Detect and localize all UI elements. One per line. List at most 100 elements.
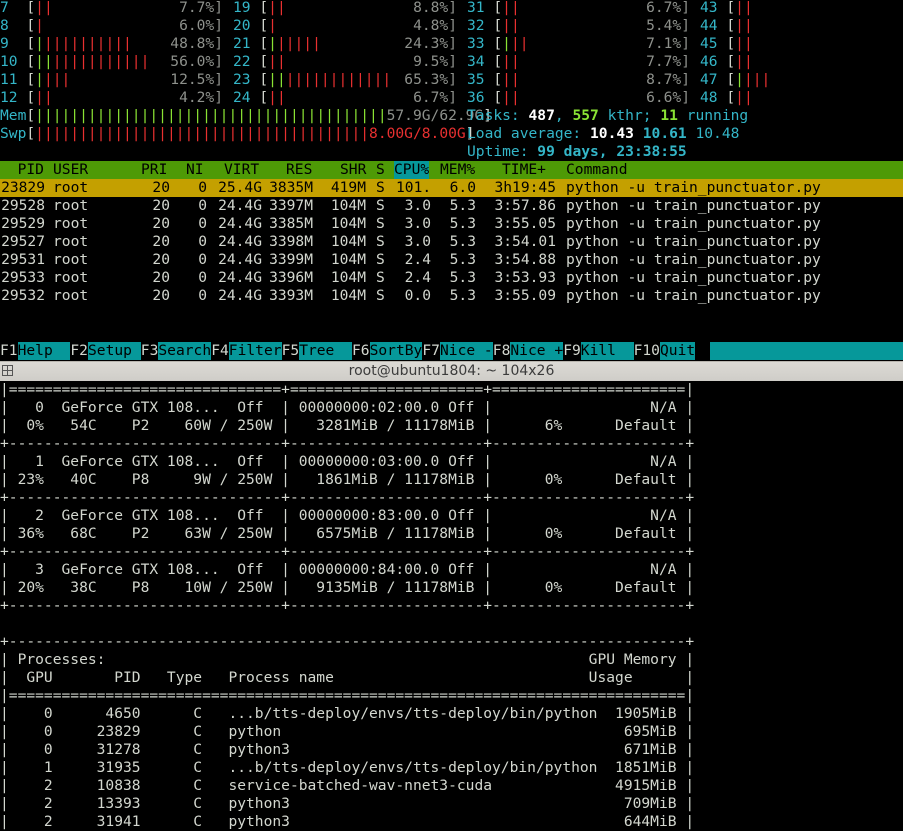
cpu-bar: || <box>502 53 520 70</box>
cpu-bar-high: |||||||||| <box>43 35 132 52</box>
cpu-percent: 12.5%] <box>170 71 223 88</box>
fkey-f2[interactable]: F2 <box>70 342 88 360</box>
column-time[interactable]: TIME+ <box>502 161 546 179</box>
cpu-bar: || <box>502 71 520 88</box>
fkey-f6[interactable]: F6 <box>352 342 370 360</box>
process-row[interactable]: 29529 root 20 0 24.4G 3385M 104M S 3.0 5.3 3:55.05… <box>0 215 903 233</box>
cpu-meter-47: 47 [||||14.2 <box>700 71 771 88</box>
cpu-id: 47 <box>700 71 718 88</box>
process-row[interactable]: 29527 root 20 0 24.4G 3398M 104M S 3.0 5.3 3:54.01… <box>0 233 903 251</box>
cpu-meter-20: 20 [| 4.8%] <box>233 17 457 34</box>
fkey-f9[interactable]: F9 <box>563 342 581 360</box>
process-res: 3399M <box>269 251 313 268</box>
column-shr[interactable]: SHR <box>340 161 366 179</box>
fkey-f1[interactable]: F1 <box>0 342 18 360</box>
process-pid: 29527 <box>1 233 45 250</box>
process-mem: 5.3 <box>449 197 476 214</box>
fkey-f3[interactable]: F3 <box>140 342 159 360</box>
fkey-f6-label[interactable]: SortBy <box>369 342 423 360</box>
process-s: S <box>376 179 385 196</box>
cpu-bar: | <box>268 17 277 34</box>
nvidia-smi-line: |===============================+=======… <box>0 381 695 398</box>
column-user[interactable]: USER <box>53 161 88 179</box>
fkey-f10[interactable]: F10 <box>633 342 660 360</box>
cpu-percent: 9.5%] <box>413 53 457 70</box>
cpu-percent: 8.8%] <box>413 0 457 16</box>
process-user: root <box>53 233 89 250</box>
load-5min: 10.61 <box>642 125 687 142</box>
window-title: root@ubuntu1804: ~ 104x26 <box>348 363 555 379</box>
process-res: 3398M <box>269 233 313 250</box>
cpu-id: 11 <box>0 71 18 88</box>
fkey-f7[interactable]: F7 <box>422 342 440 360</box>
process-row[interactable]: 29531 root 20 0 24.4G 3399M 104M S 2.4 5.3 3:54.88… <box>0 251 903 269</box>
cpu-id: 36 <box>467 89 485 106</box>
nvidia-smi-terminal[interactable]: |===============================+=======… <box>0 381 903 830</box>
process-shr: 104M <box>330 233 366 250</box>
process-pid: 29533 <box>1 269 45 286</box>
process-row[interactable]: 29533 root 20 0 24.4G 3396M 104M S 2.4 5.3 3:53.93… <box>0 269 903 287</box>
fkey-f9-label[interactable]: Kill <box>580 342 634 360</box>
cpu-percent: 65.3%] <box>404 71 457 88</box>
process-cpu: 3.0 <box>404 215 431 232</box>
process-mem: 5.3 <box>449 287 476 304</box>
tasks-count: 487 <box>528 107 555 124</box>
process-pid: 29532 <box>1 287 45 304</box>
column-pri[interactable]: PRI <box>141 161 167 179</box>
process-row[interactable]: 29532 root 20 0 24.4G 3393M 104M S 0.0 5.3 3:55.09… <box>0 287 903 305</box>
nvidia-smi-line: +-------------------------------+-------… <box>0 435 695 452</box>
process-row[interactable]: 29528 root 20 0 24.4G 3397M 104M S 3.0 5.3 3:57.86… <box>0 197 903 215</box>
nvidia-smi-line: | 1 31935 C ...b/tts-deploy/envs/tts-dep… <box>0 759 695 776</box>
cpu-bar: || <box>268 0 286 16</box>
cpu-percent: 48.8%] <box>170 35 223 52</box>
process-time: 3:54.88 <box>494 251 556 268</box>
fkey-f10-label[interactable]: Quit <box>660 342 696 360</box>
uptime-value: 99 days, 23:38:55 <box>537 143 687 160</box>
process-mem: 5.3 <box>449 215 476 232</box>
cpu-bar: || <box>735 35 753 52</box>
column-pid[interactable]: PID <box>0 161 44 179</box>
fkey-f8-label[interactable]: Nice + <box>510 342 564 360</box>
fkey-f8[interactable]: F8 <box>492 342 511 360</box>
cpu-id: 34 <box>467 53 485 70</box>
fkey-f1-label[interactable]: Help <box>17 342 71 360</box>
process-res: 3396M <box>269 269 313 286</box>
cpu-percent: 4.2%] <box>179 89 223 106</box>
cpu-meter-32: 32 [|| 5.4%] <box>467 17 690 34</box>
fkey-f2-label[interactable]: Setup <box>88 342 141 360</box>
process-ni: 0 <box>198 251 207 268</box>
cpu-percent: 24.3%] <box>404 35 457 52</box>
cpu-bar: || <box>735 0 753 16</box>
column-virt[interactable]: VIRT <box>224 161 259 179</box>
fkey-f4[interactable]: F4 <box>211 342 229 360</box>
cpu-bar-low: || <box>268 71 286 88</box>
load-1min: 10.43 <box>590 125 634 142</box>
terminal-split-icon[interactable] <box>2 365 13 376</box>
swap-value: 8.00G/8.00G <box>369 125 466 142</box>
cpu-meter-31: 31 [|| 6.7%] <box>467 0 690 16</box>
process-row-selected[interactable]: 23829 root 20 0 25.4G 3835M 419M S 101. 6.0 3h19:4… <box>0 179 903 197</box>
column-ni[interactable]: NI <box>186 161 204 179</box>
process-table-header[interactable]: PID USER PRI NI VIRT RES SHR S CPU% MEM% TIME+ Comm… <box>0 161 903 179</box>
column-state[interactable]: S <box>376 161 385 179</box>
terminal-title-bar[interactable]: root@ubuntu1804: ~ 104x26 <box>0 361 903 382</box>
fkey-f4-label[interactable]: Filter <box>228 342 282 360</box>
process-virt: 24.4G <box>218 251 262 268</box>
fkey-f5-label[interactable]: Tree <box>299 342 352 360</box>
fkey-f7-label[interactable]: Nice - <box>440 342 493 360</box>
cpu-meter-10: 10 [||||||||||||| 56.0%] <box>0 53 223 70</box>
cpu-id: 21 <box>233 35 251 52</box>
column-mem[interactable]: MEM% <box>440 161 475 179</box>
column-cpu[interactable]: CPU% <box>394 161 430 179</box>
column-command[interactable]: Command <box>566 161 628 179</box>
fkey-f5[interactable]: F5 <box>281 342 300 360</box>
cpu-bar: || <box>268 53 286 70</box>
process-user: root <box>53 251 89 268</box>
fkey-f3-label[interactable]: Search <box>158 342 212 360</box>
cpu-meter-34: 34 [|| 7.7%] <box>467 53 690 70</box>
cpu-bar: || <box>502 89 520 106</box>
column-res[interactable]: RES <box>286 161 312 179</box>
cpu-bar: |||| <box>35 71 70 88</box>
process-ni: 0 <box>198 215 207 232</box>
process-s: S <box>376 197 385 214</box>
